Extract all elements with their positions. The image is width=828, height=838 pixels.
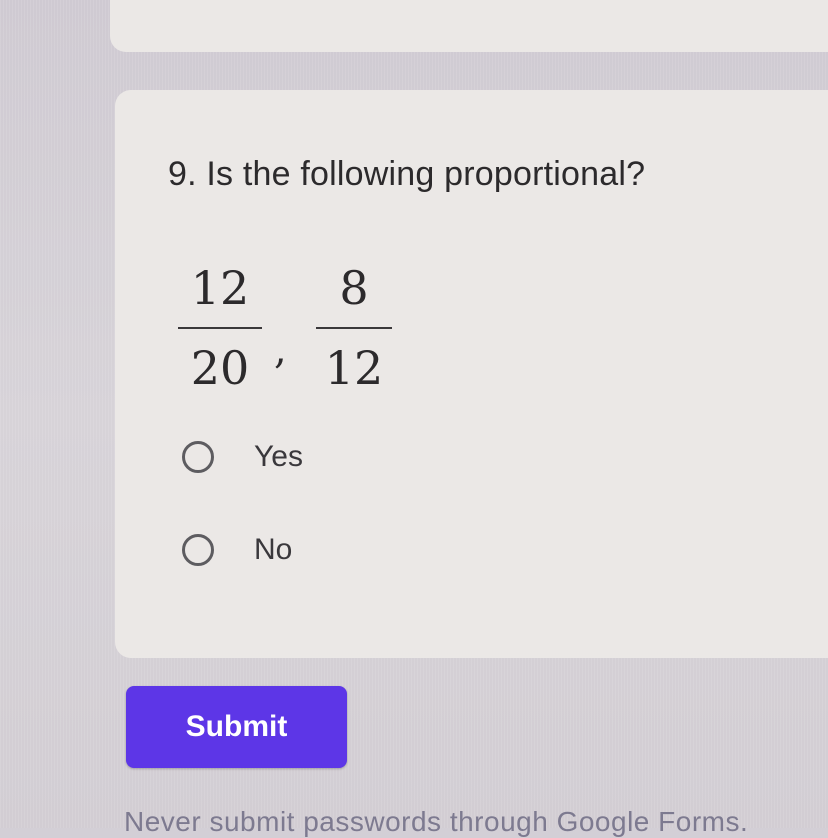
previous-question-card <box>110 0 828 52</box>
fraction-1-bar <box>178 327 262 329</box>
fraction-1-numerator: 12 <box>190 261 250 315</box>
radio-yes[interactable] <box>182 441 214 473</box>
fraction-separator: , <box>274 327 287 373</box>
fraction-2-denominator: 12 <box>324 341 384 395</box>
fraction-2-bar <box>316 327 392 329</box>
radio-no[interactable] <box>182 534 214 566</box>
fraction-1-denominator: 20 <box>190 341 250 395</box>
option-yes[interactable]: Yes <box>182 440 303 474</box>
option-no-label: No <box>254 533 293 566</box>
question-title: 9. Is the following proportional? <box>168 155 646 193</box>
fraction-2: 8 12 <box>316 265 392 391</box>
submit-button[interactable]: Submit <box>126 686 347 768</box>
option-no[interactable]: No <box>182 533 292 567</box>
option-yes-label: Yes <box>254 440 303 473</box>
fraction-2-numerator: 8 <box>339 261 369 315</box>
fraction-1: 12 20 <box>178 265 262 391</box>
footer-note: Never submit passwords through Google Fo… <box>124 806 749 837</box>
